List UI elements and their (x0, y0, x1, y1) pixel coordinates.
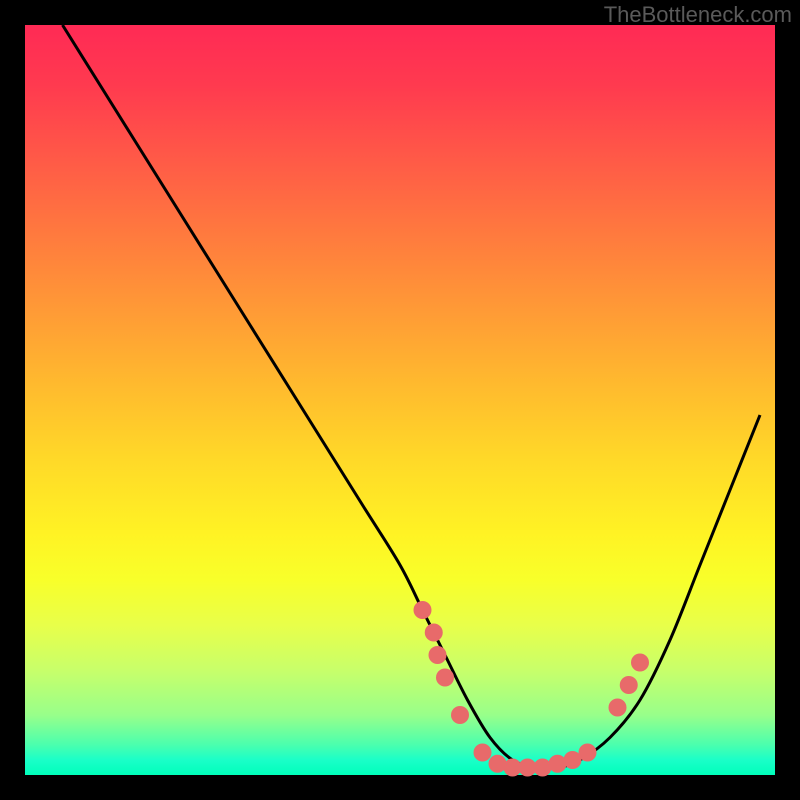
data-marker (429, 646, 447, 664)
data-marker (620, 676, 638, 694)
plot-area (25, 25, 775, 775)
data-marker (609, 699, 627, 717)
data-marker (425, 624, 443, 642)
data-marker (436, 669, 454, 687)
data-marker (579, 744, 597, 762)
bottleneck-curve (63, 25, 761, 768)
data-marker (489, 755, 507, 773)
data-marker (474, 744, 492, 762)
chart-frame: TheBottleneck.com (0, 0, 800, 800)
data-marker (549, 755, 567, 773)
data-marker (534, 759, 552, 777)
data-marker (631, 654, 649, 672)
data-markers (414, 601, 650, 777)
data-marker (414, 601, 432, 619)
bottleneck-curve-svg (25, 25, 775, 775)
data-marker (451, 706, 469, 724)
